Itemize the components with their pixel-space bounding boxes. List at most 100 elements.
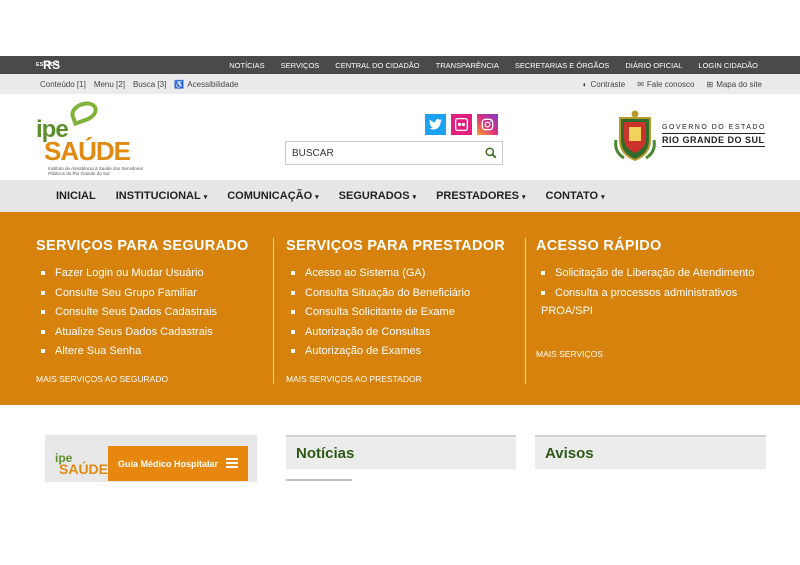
rs-logo-text: RS	[43, 58, 61, 72]
chevron-down-icon: ▾	[203, 194, 208, 201]
twitter-icon[interactable]	[425, 114, 446, 135]
skip-search-link[interactable]: Busca [3]	[133, 80, 166, 89]
search-input[interactable]	[286, 142, 480, 164]
nav-prestadores[interactable]: PRESTADORES ▾	[436, 190, 525, 202]
gov-link-secretarias[interactable]: SECRETARIAS E ÓRGÃOS	[515, 61, 609, 70]
list-item[interactable]: Atualize Seus Dados Cadastrais	[41, 323, 273, 343]
search-icon[interactable]	[480, 142, 502, 164]
ipe-saude-logo[interactable]: ipe SAÚDE Instituto de Assistência à Saú…	[36, 97, 146, 176]
contact-link[interactable]: ✉ Fale conosco	[637, 80, 694, 89]
service-link-text: Autorização de Exames	[305, 345, 422, 358]
list-item[interactable]: Consulta Situação do Beneficiário	[291, 284, 525, 304]
mini-logo-saude: SAÚDE	[59, 461, 109, 477]
nav-segurados[interactable]: SEGURADOS ▾	[339, 190, 416, 202]
instagram-icon[interactable]	[477, 114, 498, 135]
news-divider	[286, 479, 352, 481]
leaf-icon	[67, 97, 101, 127]
nav-contato-label: CONTATO	[545, 190, 599, 202]
quick-access: ACESSO RÁPIDO Solicitação de Liberação d…	[536, 238, 766, 384]
gov-link-login[interactable]: LOGIN CIDADÃO	[698, 61, 758, 70]
guia-medico-widget: ipe SAÚDE Guia Médico Hospitalar	[45, 435, 257, 482]
bullet-icon	[291, 329, 295, 334]
list-item[interactable]: Altere Sua Senha	[41, 342, 273, 362]
news-title: Notícias	[296, 445, 355, 462]
chevron-down-icon: ▾	[522, 194, 526, 201]
gov-link-transparencia[interactable]: TRANSPARÊNCIA	[436, 61, 499, 70]
skip-content-link[interactable]: Conteúdo [1]	[40, 80, 86, 89]
list-item[interactable]: Acesso ao Sistema (GA)	[291, 264, 525, 284]
list-item[interactable]: Autorização de Exames	[291, 342, 525, 362]
contrast-label: Contraste	[590, 80, 626, 89]
notices-panel: Avisos	[535, 435, 766, 469]
list-item[interactable]: Consulte Seus Dados Cadastrais	[41, 303, 273, 323]
gov-link-central[interactable]: CENTRAL DO CIDADÃO	[335, 61, 419, 70]
section-title-segurado: SERVIÇOS PARA SEGURADO	[36, 238, 249, 254]
accessibility-link[interactable]: ♿ Acessibilidade	[174, 80, 238, 89]
more-rapido-link[interactable]: MAIS SERVIÇOS	[536, 349, 603, 359]
logo-saude-text: SAÚDE	[44, 136, 131, 166]
wheelchair-icon: ♿	[174, 80, 185, 89]
notices-title: Avisos	[545, 445, 594, 462]
more-segurado-link[interactable]: MAIS SERVIÇOS AO SEGURADO	[36, 374, 168, 384]
service-link-text: Consulta a processos administrativos PRO…	[541, 287, 738, 317]
rs-logo-small: ESTADO	[36, 62, 60, 69]
nav-prestadores-label: PRESTADORES	[436, 190, 520, 202]
envelope-icon: ✉	[637, 80, 644, 89]
gov-link-noticias[interactable]: NOTÍCIAS	[229, 61, 264, 70]
bullet-icon	[541, 291, 545, 296]
service-link-text: Solicitação de Liberação de Atendimento	[555, 267, 755, 279]
list-item[interactable]: Consulta Solicitante de Exame	[291, 303, 525, 323]
service-link-text: Altere Sua Senha	[55, 345, 142, 358]
contact-label: Fale conosco	[646, 80, 695, 89]
sitemap-label: Mapa do site	[716, 80, 762, 89]
nav-comunicacao[interactable]: COMUNICAÇÃO ▾	[227, 190, 318, 202]
service-link-text: Fazer Login ou Mudar Usuário	[55, 267, 204, 279]
gov-line1: GOVERNO DO ESTADO	[662, 124, 766, 131]
services-section: SERVIÇOS PARA SEGURADO Fazer Login ou Mu…	[0, 212, 800, 405]
more-prestador-link[interactable]: MAIS SERVIÇOS AO PRESTADOR	[286, 374, 422, 384]
rs-logo[interactable]: ESTADORS	[36, 58, 61, 72]
main-nav: INICIAL INSTITUCIONAL ▾ COMUNICAÇÃO ▾ SEGU…	[0, 180, 800, 212]
list-item[interactable]: Autorização de Consultas	[291, 323, 525, 343]
nav-inicial-label: INICIAL	[56, 190, 96, 202]
list-item[interactable]: Consulte Seu Grupo Familiar	[41, 284, 273, 304]
bullet-icon	[41, 271, 45, 276]
gov-top-bar: ESTADORS NOTÍCIAS SERVIÇOS CENTRAL DO CI…	[0, 56, 800, 74]
skip-menu-link[interactable]: Menu [2]	[94, 80, 125, 89]
list-item[interactable]: Consulta a processos administrativos PRO…	[541, 284, 766, 320]
bullet-icon	[291, 290, 295, 295]
flickr-icon[interactable]	[451, 114, 472, 135]
logo-tagline: Instituto de Assistência à Saúde dos Ser…	[48, 166, 144, 176]
section-title-prestador: SERVIÇOS PARA PRESTADOR	[286, 238, 506, 254]
service-link-text: Consulta Situação do Beneficiário	[305, 286, 471, 299]
list-item[interactable]: Fazer Login ou Mudar Usuário	[41, 264, 273, 284]
bullet-icon	[41, 349, 45, 354]
contrast-link[interactable]: ◐ Contraste	[583, 80, 626, 89]
nav-segurados-label: SEGURADOS	[338, 190, 410, 202]
bullet-icon	[41, 329, 45, 334]
bullet-icon	[291, 271, 295, 276]
bullet-icon	[541, 271, 545, 276]
sitemap-icon: ⊞	[706, 80, 714, 89]
section-title-rapido: ACESSO RÁPIDO	[536, 238, 662, 254]
nav-institucional[interactable]: INSTITUCIONAL ▾	[116, 190, 207, 202]
guia-medico-button[interactable]: Guia Médico Hospitalar	[108, 446, 248, 481]
gov-rs-logo[interactable]: GOVERNO DO ESTADO RIO GRANDE DO SUL	[614, 110, 774, 164]
nav-contato[interactable]: CONTATO ▾	[546, 190, 605, 202]
chevron-down-icon: ▾	[412, 194, 417, 201]
gov-link-diario[interactable]: DIÁRIO OFICIAL	[625, 61, 682, 70]
social-links	[425, 114, 498, 135]
bullet-icon	[291, 310, 295, 315]
chevron-down-icon: ▾	[315, 194, 319, 201]
nav-inicial[interactable]: INICIAL	[56, 190, 96, 202]
service-link-text: Consulta Solicitante de Exame	[305, 306, 455, 319]
list-item[interactable]: Solicitação de Liberação de Atendimento	[541, 264, 766, 282]
bullet-icon	[41, 310, 45, 315]
service-link-text: Acesso ao Sistema (GA)	[305, 267, 426, 279]
contrast-icon: ◐	[582, 80, 588, 89]
accessibility-label: Acessibilidade	[187, 80, 239, 89]
gov-link-servicos[interactable]: SERVIÇOS	[281, 61, 320, 70]
utility-links: ◐ Contraste ✉ Fale conosco ⊞ Mapa do site	[583, 80, 762, 89]
sitemap-link[interactable]: ⊞ Mapa do site	[706, 80, 762, 89]
services-segurado: SERVIÇOS PARA SEGURADO Fazer Login ou Mu…	[36, 238, 274, 384]
